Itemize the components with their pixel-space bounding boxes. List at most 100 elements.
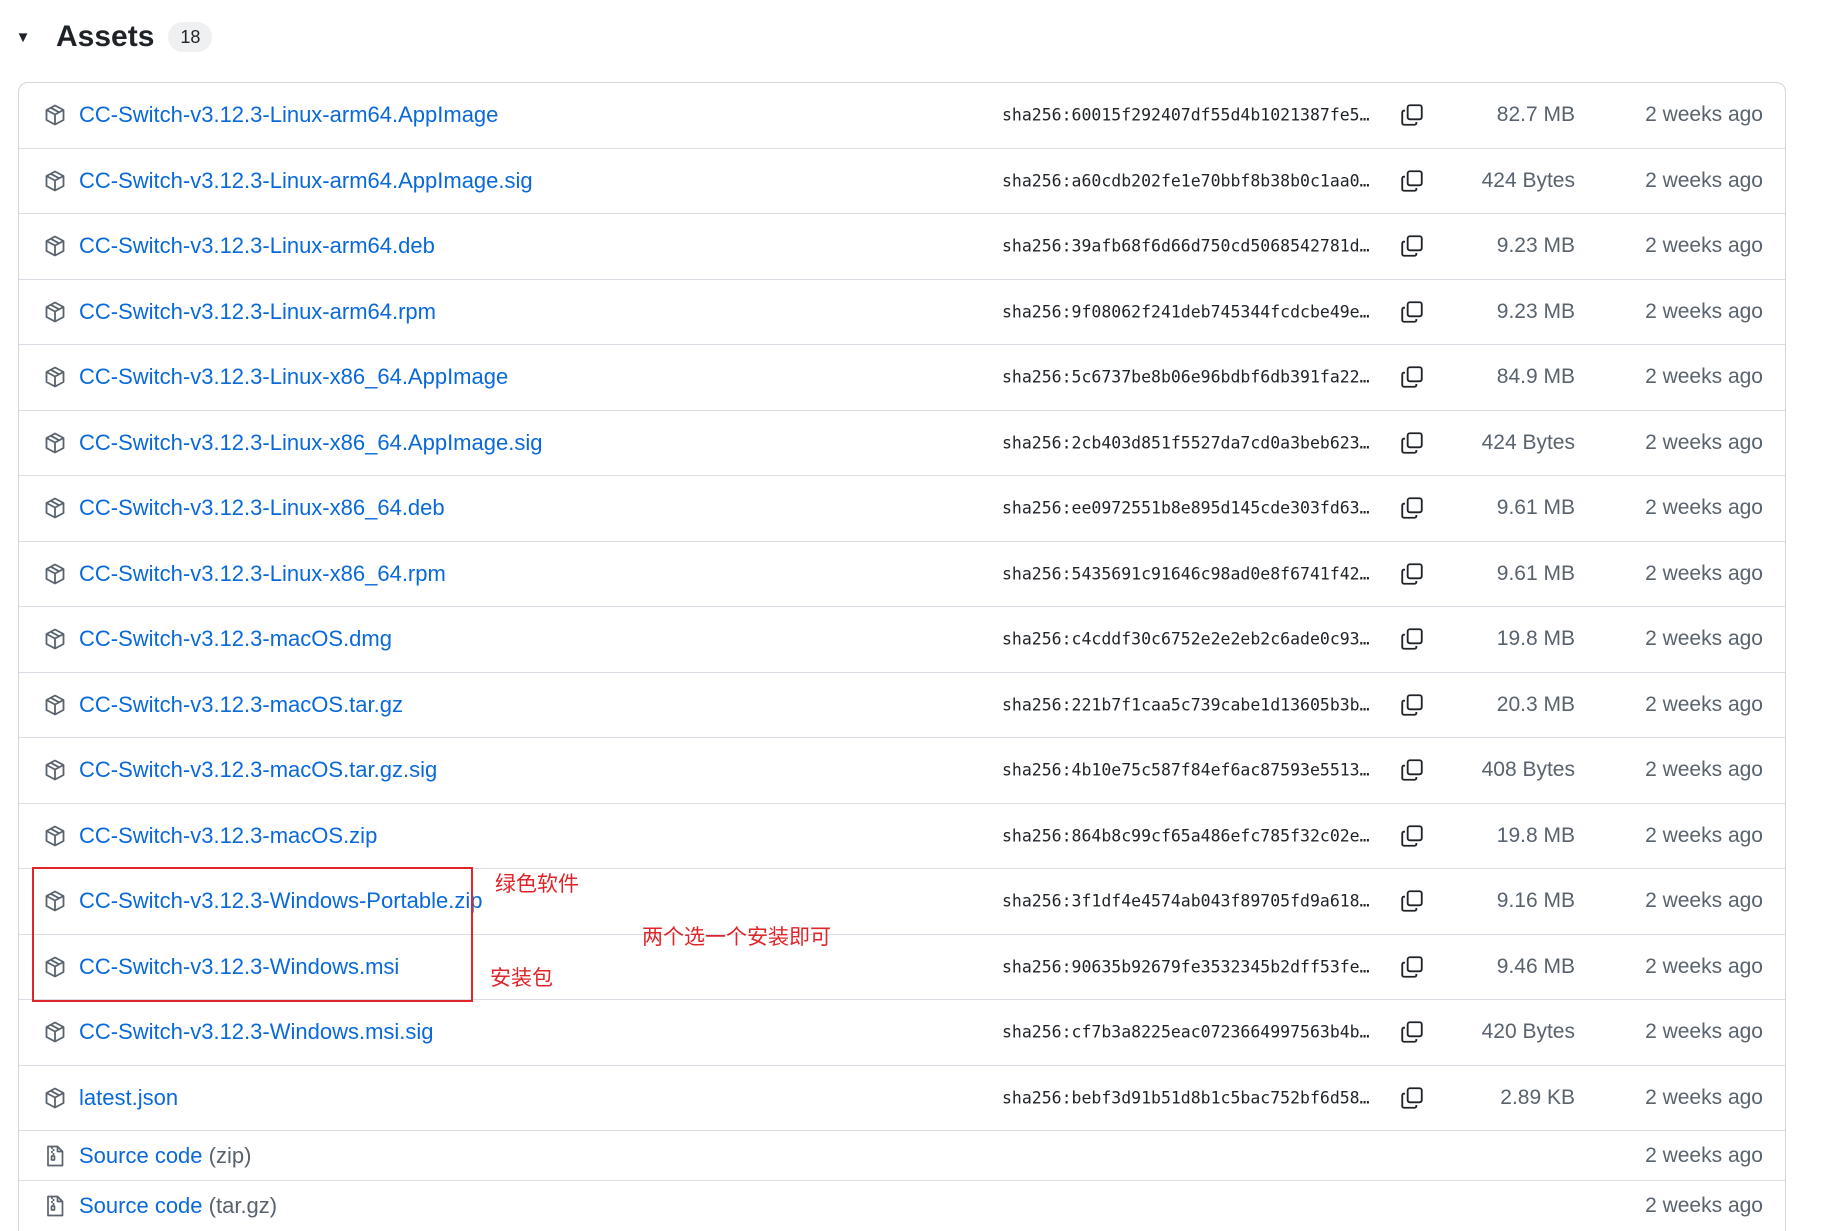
asset-download-link[interactable]: CC-Switch-v3.12.3-Windows.msi.sig [79, 1019, 434, 1045]
source-code-time: 2 weeks ago [1645, 1143, 1763, 1167]
copy-icon[interactable] [1399, 888, 1425, 914]
source-code-label: Source code [79, 1193, 203, 1218]
asset-sha256: sha256:90635b92679fe3532345b2dff53fe… [1002, 957, 1370, 977]
collapse-toggle-icon[interactable]: ▼ [0, 29, 46, 46]
asset-row: CC-Switch-v3.12.3-Linux-arm64.AppImage sh… [19, 83, 1785, 149]
package-icon [43, 1020, 67, 1044]
asset-sha256: sha256:ee0972551b8e895d145cde303fd63… [1002, 498, 1370, 518]
asset-download-link[interactable]: CC-Switch-v3.12.3-macOS.tar.gz.sig [79, 757, 437, 783]
annotation-portable: 绿色软件 [495, 872, 579, 896]
asset-sha256: sha256:4b10e75c587f84ef6ac87593e5513… [1002, 760, 1370, 780]
copy-icon[interactable] [1399, 102, 1425, 128]
asset-row: CC-Switch-v3.12.3-Linux-arm64.rpm sha256:… [19, 280, 1785, 345]
copy-icon[interactable] [1399, 954, 1425, 980]
source-code-link[interactable]: Source code (tar.gz) [79, 1193, 277, 1219]
asset-sha256: sha256:c4cddf30c6752e2e2eb2c6ade0c93… [1002, 629, 1370, 649]
asset-download-link[interactable]: CC-Switch-v3.12.3-macOS.dmg [79, 626, 392, 652]
copy-icon[interactable] [1399, 233, 1425, 259]
package-icon [43, 169, 67, 193]
package-icon [43, 431, 67, 455]
asset-download-link[interactable]: CC-Switch-v3.12.3-Linux-arm64.AppImage.s… [79, 168, 533, 194]
asset-row: CC-Switch-v3.12.3-macOS.tar.gz sha256:221… [19, 673, 1785, 738]
asset-download-link[interactable]: CC-Switch-v3.12.3-Linux-x86_64.AppImage.… [79, 430, 542, 456]
annotation-choose-one: 两个选一个安装即可 [642, 925, 831, 949]
package-icon [43, 758, 67, 782]
source-code-label: Source code [79, 1142, 203, 1168]
asset-time: 2 weeks ago [1645, 823, 1763, 847]
assets-title: Assets [56, 20, 155, 53]
asset-time: 2 weeks ago [1645, 1020, 1763, 1044]
asset-row: CC-Switch-v3.12.3-Linux-arm64.deb sha256:… [19, 214, 1785, 280]
source-code-link[interactable]: Source code (zip) [79, 1143, 251, 1169]
asset-sha256: sha256:5c6737be8b06e96bdbf6db391fa22… [1002, 367, 1370, 387]
asset-size: 424 Bytes [1481, 430, 1575, 454]
asset-download-link[interactable]: latest.json [79, 1085, 178, 1111]
copy-icon[interactable] [1399, 561, 1425, 587]
copy-icon[interactable] [1399, 1085, 1425, 1111]
copy-icon[interactable] [1399, 364, 1425, 390]
asset-size: 424 Bytes [1481, 168, 1575, 192]
asset-row: CC-Switch-v3.12.3-Linux-arm64.AppImage.s… [19, 149, 1785, 214]
package-icon [43, 824, 67, 848]
asset-time: 2 weeks ago [1645, 365, 1763, 389]
asset-download-link[interactable]: CC-Switch-v3.12.3-macOS.tar.gz [79, 692, 403, 718]
copy-icon[interactable] [1399, 430, 1425, 456]
asset-size: 9.61 MB [1496, 561, 1575, 585]
package-icon [43, 562, 67, 586]
asset-size: 9.23 MB [1496, 234, 1575, 258]
asset-size: 9.46 MB [1496, 954, 1575, 978]
source-code-row: Source code (tar.gz) 2 weeks ago [19, 1181, 1785, 1231]
copy-icon[interactable] [1399, 692, 1425, 718]
annotation-installer: 安装包 [490, 966, 553, 990]
asset-download-link[interactable]: CC-Switch-v3.12.3-Linux-x86_64.deb [79, 495, 445, 521]
package-icon [43, 103, 67, 127]
asset-time: 2 weeks ago [1645, 954, 1763, 978]
asset-size: 84.9 MB [1496, 365, 1575, 389]
assets-header: ▼ Assets 18 [0, 12, 213, 62]
package-icon [43, 300, 67, 324]
copy-icon[interactable] [1399, 757, 1425, 783]
asset-download-link[interactable]: CC-Switch-v3.12.3-Linux-x86_64.rpm [79, 561, 446, 587]
asset-row: CC-Switch-v3.12.3-macOS.dmg sha256:c4cddf… [19, 607, 1785, 673]
copy-icon[interactable] [1399, 299, 1425, 325]
asset-time: 2 weeks ago [1645, 561, 1763, 585]
copy-icon[interactable] [1399, 1019, 1425, 1045]
asset-size: 2.89 KB [1500, 1085, 1575, 1109]
package-icon [43, 496, 67, 520]
asset-time: 2 weeks ago [1645, 758, 1763, 782]
copy-icon[interactable] [1399, 168, 1425, 194]
asset-download-link[interactable]: CC-Switch-v3.12.3-Linux-arm64.rpm [79, 299, 436, 325]
asset-time: 2 weeks ago [1645, 889, 1763, 913]
asset-size: 82.7 MB [1496, 103, 1575, 127]
asset-sha256: sha256:cf7b3a8225eac0723664997563b4b… [1002, 1022, 1370, 1042]
package-icon [43, 1086, 67, 1110]
source-code-ext: (tar.gz) [208, 1193, 278, 1218]
asset-download-link[interactable]: CC-Switch-v3.12.3-macOS.zip [79, 823, 377, 849]
package-icon [43, 627, 67, 651]
copy-icon[interactable] [1399, 626, 1425, 652]
annotation-highlight-box [32, 867, 473, 1002]
asset-row: CC-Switch-v3.12.3-macOS.tar.gz.sig sha256… [19, 738, 1785, 804]
asset-sha256: sha256:864b8c99cf65a486efc785f32c02e… [1002, 826, 1370, 846]
asset-size: 9.61 MB [1496, 496, 1575, 520]
asset-download-link[interactable]: CC-Switch-v3.12.3-Linux-x86_64.AppImage [79, 364, 508, 390]
file-zip-icon [43, 1144, 67, 1168]
asset-row: CC-Switch-v3.12.3-Windows.msi.sig sha256:… [19, 1000, 1785, 1066]
asset-download-link[interactable]: CC-Switch-v3.12.3-Linux-arm64.AppImage [79, 102, 498, 128]
package-icon [43, 365, 67, 389]
asset-size: 9.16 MB [1496, 889, 1575, 913]
asset-sha256: sha256:a60cdb202fe1e70bbf8b38b0c1aa0… [1002, 171, 1370, 191]
asset-row: CC-Switch-v3.12.3-Linux-x86_64.AppImage s… [19, 345, 1785, 411]
asset-time: 2 weeks ago [1645, 103, 1763, 127]
asset-download-link[interactable]: CC-Switch-v3.12.3-Linux-arm64.deb [79, 233, 435, 259]
asset-size: 9.23 MB [1496, 299, 1575, 323]
copy-icon[interactable] [1399, 823, 1425, 849]
asset-time: 2 weeks ago [1645, 234, 1763, 258]
asset-row: CC-Switch-v3.12.3-Linux-x86_64.deb sha256… [19, 476, 1785, 542]
package-icon [43, 234, 67, 258]
asset-row: CC-Switch-v3.12.3-Linux-x86_64.AppImage.… [19, 411, 1785, 476]
asset-size: 19.8 MB [1496, 627, 1575, 651]
copy-icon[interactable] [1399, 495, 1425, 521]
asset-row: latest.json sha256:bebf3d91b51d8b1c5bac75… [19, 1066, 1785, 1131]
file-zip-icon [43, 1194, 67, 1218]
